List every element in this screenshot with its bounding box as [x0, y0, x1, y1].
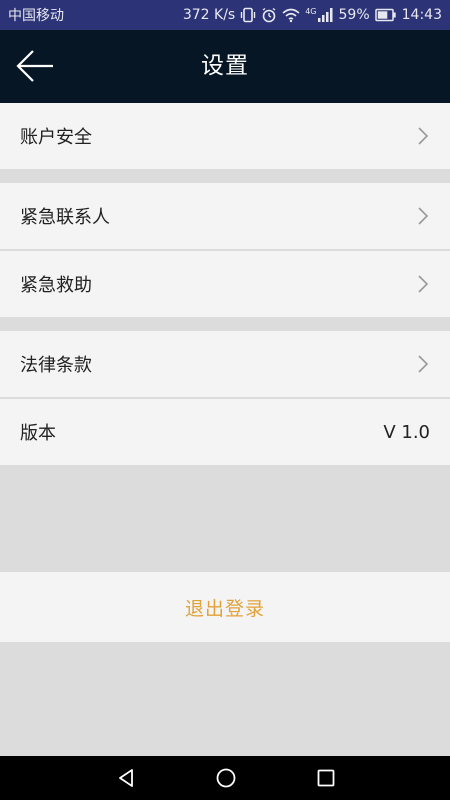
back-triangle-icon: [119, 769, 133, 787]
settings-item-label: 紧急联系人: [20, 207, 110, 228]
chevron-right-icon: [418, 207, 429, 225]
vibrate-icon: [240, 7, 256, 23]
signal-type: 4G: [305, 7, 317, 16]
version-value: V 1.0: [383, 421, 430, 443]
wifi-icon: [282, 7, 300, 23]
alarm-icon: [261, 7, 277, 23]
system-nav-bar: [0, 756, 450, 800]
settings-item-version: 版本 V 1.0: [0, 399, 450, 465]
net-speed: 372 K/s: [182, 7, 236, 23]
status-bar: 中国移动 372 K/s 4G 59% 14:43: [0, 0, 450, 30]
status-icons: 372 K/s 4G 59% 14:43: [183, 7, 442, 23]
settings-item-label: 版本: [20, 423, 56, 444]
carrier-name: 中国移动: [8, 8, 64, 24]
settings-item-emergency-contacts[interactable]: 紧急联系人: [0, 183, 450, 249]
signal-icon: 4G: [305, 8, 333, 22]
home-circle-icon: [216, 768, 236, 788]
settings-item-emergency-rescue[interactable]: 紧急救助: [0, 251, 450, 317]
logout-button[interactable]: 退出登录: [0, 572, 450, 642]
chevron-right-icon: [418, 275, 429, 293]
clock-time: 14:43: [401, 7, 442, 23]
settings-item-label: 账户安全: [20, 127, 92, 148]
header-bar: 设置: [0, 30, 450, 103]
settings-item-legal-terms[interactable]: 法律条款: [0, 331, 450, 397]
page-title: 设置: [201, 53, 249, 79]
system-home-button[interactable]: [211, 763, 241, 793]
battery-icon: [374, 8, 397, 22]
settings-item-account-security[interactable]: 账户安全: [0, 103, 450, 169]
chevron-right-icon: [418, 355, 429, 373]
settings-item-label: 法律条款: [20, 355, 92, 376]
system-back-button[interactable]: [111, 763, 141, 793]
battery-percent: 59%: [338, 7, 370, 23]
system-recents-button[interactable]: [311, 763, 341, 793]
recents-square-icon: [317, 769, 335, 787]
chevron-right-icon: [418, 127, 429, 145]
settings-item-label: 紧急救助: [20, 275, 92, 296]
